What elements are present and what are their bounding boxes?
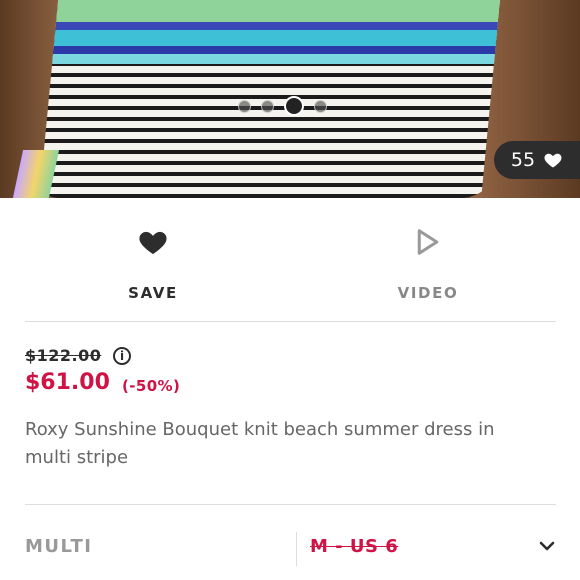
heart-icon: [544, 153, 562, 168]
action-bar: SAVE VIDEO: [0, 198, 580, 322]
heart-icon: [139, 231, 167, 254]
play-icon: [417, 229, 439, 255]
video-label: VIDEO: [397, 284, 459, 302]
save-label: SAVE: [128, 284, 178, 302]
discount-badge: (-50%): [122, 377, 181, 395]
chevron-down-icon[interactable]: [538, 539, 556, 553]
carousel-dot-active[interactable]: [284, 96, 304, 116]
info-icon[interactable]: i: [113, 347, 131, 365]
carousel-dot[interactable]: [314, 99, 327, 113]
carousel-dot[interactable]: [238, 99, 251, 113]
colour-label: MULTI: [25, 536, 93, 557]
divider: [25, 504, 556, 505]
stripe-band: [39, 30, 500, 46]
sale-price: $61.00: [25, 370, 110, 395]
stripe-band: [39, 0, 500, 22]
original-price: $122.00: [25, 346, 102, 365]
product-image[interactable]: 55: [0, 0, 580, 198]
selector-divider: [296, 532, 297, 566]
likes-badge[interactable]: 55: [494, 141, 580, 179]
divider: [25, 321, 556, 322]
stripe-band: [39, 46, 500, 54]
stripe-band: [39, 54, 500, 64]
save-button[interactable]: SAVE: [83, 224, 223, 302]
size-select[interactable]: M - US 6: [310, 536, 398, 557]
stripe-band: [39, 22, 500, 30]
video-button[interactable]: VIDEO: [358, 224, 498, 302]
carousel-dot[interactable]: [261, 99, 274, 113]
like-count: 55: [510, 149, 536, 171]
carousel-dots[interactable]: [238, 96, 327, 116]
product-title: Roxy Sunshine Bouquet knit beach summer …: [25, 419, 495, 468]
